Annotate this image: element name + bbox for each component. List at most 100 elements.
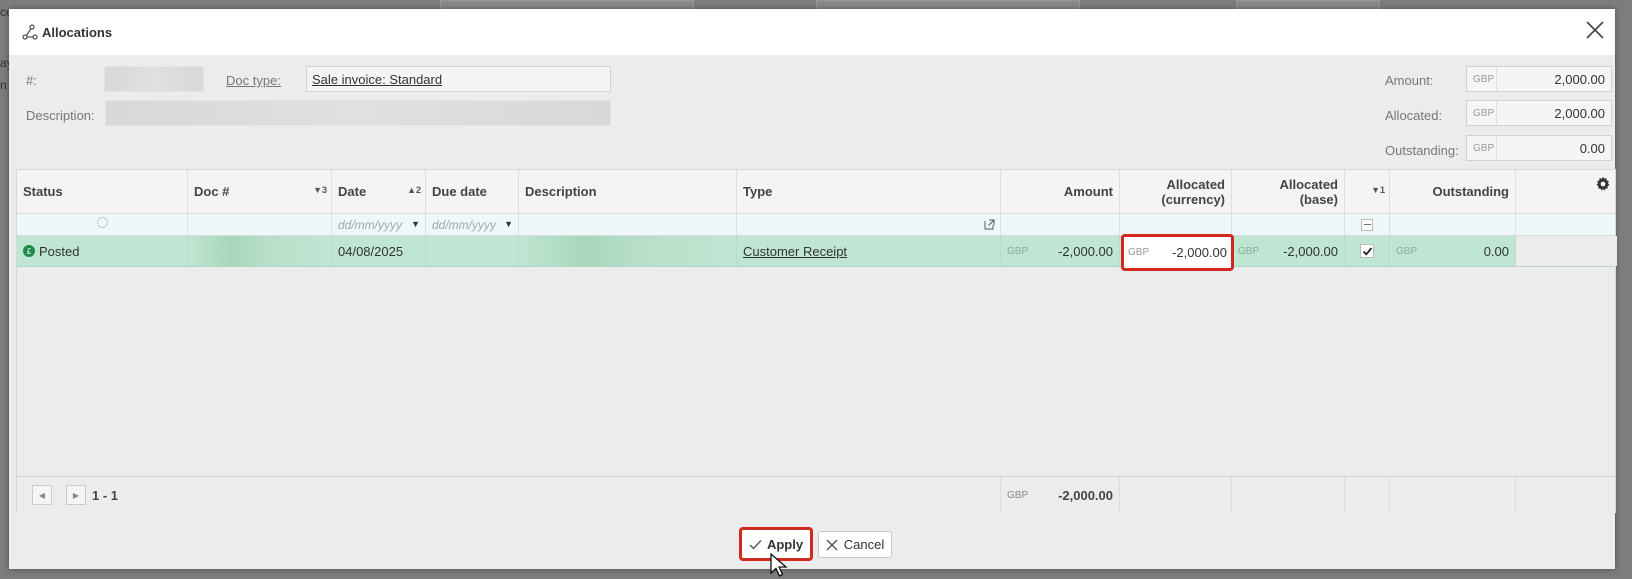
sort-indicator: ▼3	[313, 185, 327, 195]
col-type-label: Type	[743, 184, 773, 199]
currency-code: GBP	[1467, 67, 1497, 91]
allocated-label: Allocated:	[1385, 108, 1443, 123]
grid-footer: ◀ ▶ 1 - 1 GBP -2,000.00	[17, 476, 1615, 513]
filter-description[interactable]	[519, 214, 737, 235]
col-settings	[1516, 170, 1617, 213]
prev-page-button[interactable]: ◀	[32, 485, 52, 505]
col-type[interactable]: Type	[737, 170, 1001, 213]
filter-date[interactable]: dd/mm/yyyy ▼	[332, 214, 426, 235]
gear-icon[interactable]	[1595, 176, 1611, 192]
type-link[interactable]: Customer Receipt	[743, 244, 847, 259]
col-allocated-currency-label: Allocated (currency)	[1161, 176, 1225, 207]
amount-label: Amount:	[1385, 73, 1434, 88]
filter-type[interactable]	[737, 214, 1001, 235]
col-amount[interactable]: Amount	[1001, 170, 1120, 213]
loading-icon	[97, 217, 108, 228]
filter-outstanding[interactable]	[1390, 214, 1516, 235]
doc-type-field[interactable]: Sale invoice: Standard	[306, 66, 611, 92]
footer-blank	[1232, 477, 1345, 513]
table-row[interactable]: £ Posted 04/08/2025 Customer Receipt GBP…	[17, 236, 1617, 267]
filter-doc-no[interactable]	[188, 214, 332, 235]
filter-status[interactable]	[17, 214, 188, 235]
allocated-value: 2,000.00	[1554, 105, 1605, 121]
col-select[interactable]: ▼1	[1345, 170, 1390, 213]
filter-select[interactable]	[1345, 214, 1390, 235]
cell-doc-no	[188, 236, 332, 266]
col-allocated-base-label: Allocated (base)	[1279, 176, 1338, 207]
filter-settings	[1516, 214, 1617, 235]
allocated-field: GBP 2,000.00	[1466, 100, 1612, 126]
apply-label: Apply	[766, 536, 804, 552]
outstanding-field: GBP 0.00	[1466, 135, 1612, 161]
check-icon	[749, 539, 762, 550]
outstanding-value: 0.00	[1579, 140, 1605, 156]
col-amount-label: Amount	[1063, 184, 1113, 199]
number-label: #:	[26, 73, 37, 88]
col-doc-no[interactable]: Doc # ▼3	[188, 170, 332, 213]
footer-blank	[1516, 477, 1617, 513]
close-icon[interactable]	[1583, 18, 1607, 42]
col-due-date-label: Due date	[432, 184, 487, 199]
due-date-placeholder: dd/mm/yyyy	[432, 217, 497, 232]
open-external-icon[interactable]	[984, 219, 995, 230]
col-status[interactable]: Status	[17, 170, 188, 213]
mouse-cursor-icon	[770, 553, 788, 577]
allocations-icon	[22, 24, 38, 40]
currency-code: GBP	[1128, 247, 1150, 258]
amount-field: GBP 2,000.00	[1466, 66, 1612, 92]
col-date[interactable]: Date ▲2	[332, 170, 426, 213]
col-allocated-currency[interactable]: Allocated (currency)	[1120, 170, 1232, 213]
col-outstanding[interactable]: Outstanding	[1390, 170, 1516, 213]
currency-code: GBP	[1467, 136, 1497, 160]
checkmark-icon	[1362, 246, 1372, 256]
select-all-checkbox[interactable]	[1361, 218, 1373, 231]
col-due-date[interactable]: Due date	[426, 170, 519, 213]
number-field[interactable]	[104, 66, 204, 92]
filter-amount[interactable]	[1001, 214, 1120, 235]
footer-blank	[1345, 477, 1390, 513]
col-description[interactable]: Description	[519, 170, 737, 213]
description-field[interactable]	[105, 100, 611, 126]
page-range: 1 - 1	[92, 487, 119, 503]
currency-code: GBP	[1007, 245, 1029, 257]
dropdown-caret-icon[interactable]: ▼	[411, 219, 420, 229]
outstanding-label: Outstanding:	[1385, 143, 1459, 158]
description-label: Description:	[26, 108, 95, 123]
col-doc-no-label: Doc #	[194, 184, 230, 199]
allocations-grid: Status Doc # ▼3 Date ▲2 Due date Descripti…	[16, 169, 1617, 513]
row-checkbox[interactable]	[1360, 244, 1374, 258]
allocated-currency-value: -2,000.00	[1172, 245, 1227, 260]
doc-type-label[interactable]: Doc type:	[226, 73, 281, 88]
currency-code: GBP	[1467, 101, 1497, 125]
cell-allocated-base: GBP -2,000.00	[1232, 236, 1345, 266]
col-outstanding-label: Outstanding	[1432, 184, 1509, 199]
doc-type-link[interactable]: Sale invoice: Standard	[312, 72, 442, 87]
col-description-label: Description	[525, 184, 597, 199]
cell-amount: GBP -2,000.00	[1001, 236, 1120, 266]
sort-indicator: ▲2	[407, 185, 421, 195]
posted-status-icon: £	[23, 245, 35, 257]
cancel-button[interactable]: Cancel	[818, 531, 892, 558]
filter-allocated-currency[interactable]	[1120, 214, 1232, 235]
status-text: Posted	[39, 243, 80, 259]
dropdown-caret-icon[interactable]: ▼	[504, 219, 513, 229]
currency-code: GBP	[1007, 489, 1029, 501]
grid-header: Status Doc # ▼3 Date ▲2 Due date Descripti…	[17, 170, 1615, 214]
cell-due-date	[426, 236, 519, 266]
footer-amount-total: GBP -2,000.00	[1001, 477, 1120, 513]
filter-due-date[interactable]: dd/mm/yyyy ▼	[426, 214, 519, 235]
sort-indicator: ▼1	[1371, 185, 1385, 195]
col-allocated-base[interactable]: Allocated (base)	[1232, 170, 1345, 213]
allocated-currency-input[interactable]: GBP -2,000.00	[1121, 234, 1234, 271]
cell-select	[1345, 236, 1390, 266]
next-page-button[interactable]: ▶	[66, 485, 86, 505]
date-value: 04/08/2025	[338, 243, 404, 259]
cell-type: Customer Receipt	[737, 236, 1001, 266]
total-value: -2,000.00	[1058, 487, 1113, 503]
close-icon	[826, 539, 838, 550]
outstanding-value: 0.00	[1483, 243, 1509, 259]
cell-date: 04/08/2025	[332, 236, 426, 266]
col-date-label: Date	[338, 184, 367, 199]
cell-description	[519, 236, 737, 266]
filter-allocated-base[interactable]	[1232, 214, 1345, 235]
